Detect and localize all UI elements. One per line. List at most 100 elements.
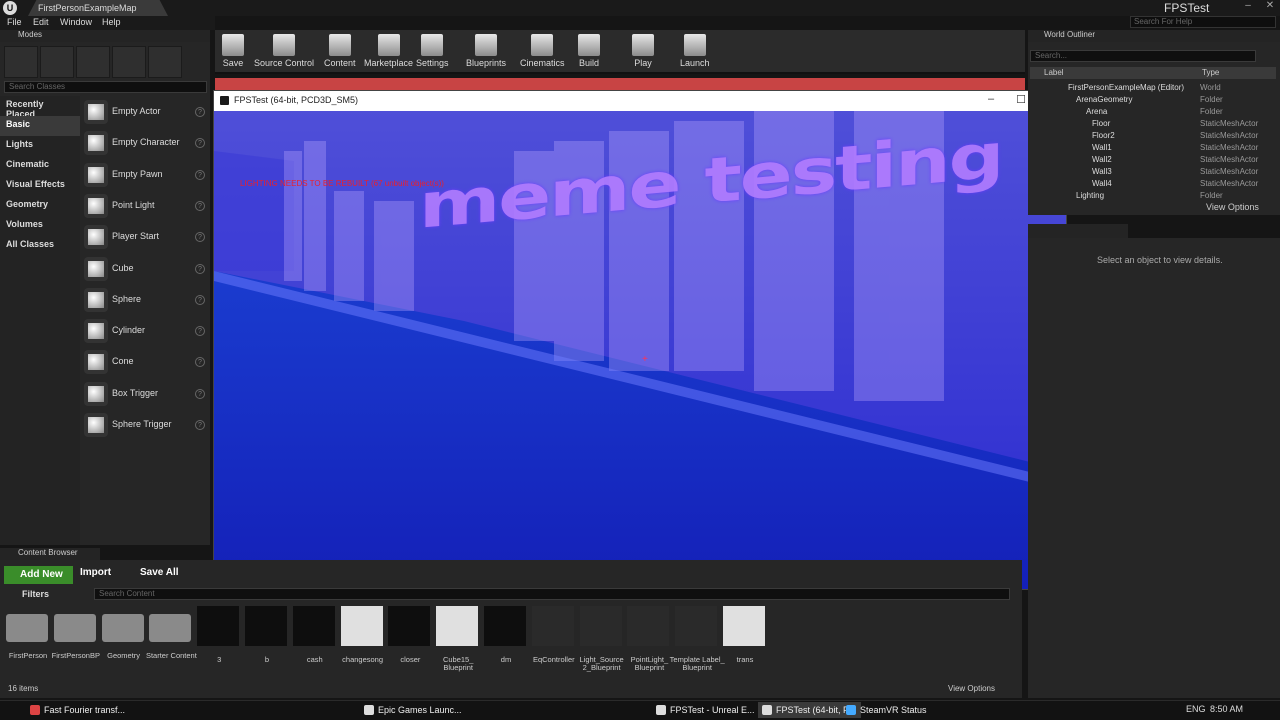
help-icon[interactable]: ?: [195, 420, 205, 430]
taskbar-app[interactable]: Fast Fourier transf...: [26, 702, 131, 718]
category-visual-effects[interactable]: Visual Effects: [0, 176, 80, 196]
toolbar-cinematics-button[interactable]: Cinematics: [520, 32, 565, 72]
search-classes-input[interactable]: Search Classes: [4, 81, 207, 93]
help-icon[interactable]: ?: [195, 294, 205, 305]
help-icon[interactable]: ?: [195, 326, 205, 337]
add-new-button[interactable]: Add New: [4, 566, 73, 584]
map-tab[interactable]: FirstPersonExampleMap: [28, 0, 168, 16]
category-lights[interactable]: Lights: [0, 136, 80, 156]
class-item[interactable]: Cube?: [82, 255, 208, 285]
help-icon[interactable]: ?: [195, 169, 205, 180]
outliner-row[interactable]: Lighting Folder: [1030, 190, 1276, 202]
asset-tile[interactable]: b: [245, 606, 289, 664]
class-item[interactable]: Point Light?: [82, 192, 208, 222]
help-icon[interactable]: ?: [195, 200, 205, 211]
class-item[interactable]: Cone?: [82, 348, 208, 378]
class-item[interactable]: Empty Pawn?: [82, 161, 208, 191]
toolbar-launch-button[interactable]: Launch: [680, 32, 710, 72]
outliner-row[interactable]: Arena Folder: [1030, 106, 1276, 118]
asset-tile[interactable]: PointLight_ Blueprint: [627, 606, 671, 672]
asset-tile[interactable]: Cube15_ Blueprint: [436, 606, 480, 672]
menu-window[interactable]: Window: [60, 17, 92, 27]
outliner-row[interactable]: FirstPersonExampleMap (Editor) World: [1030, 82, 1276, 94]
asset-tile[interactable]: EqController: [531, 606, 576, 664]
paint-mode-icon[interactable]: [40, 46, 74, 78]
outliner-row[interactable]: Floor StaticMeshActor: [1030, 118, 1276, 130]
asset-tile[interactable]: FirstPerson: [6, 606, 50, 660]
outliner-search-input[interactable]: Search...: [1030, 50, 1256, 62]
toolbar-play-button[interactable]: Play: [632, 32, 654, 72]
asset-tile[interactable]: Geometry: [101, 606, 146, 660]
help-icon[interactable]: ?: [195, 138, 205, 149]
class-item[interactable]: Empty Character?: [82, 129, 208, 159]
outliner-row[interactable]: Floor2 StaticMeshActor: [1030, 130, 1276, 142]
category-geometry[interactable]: Geometry: [0, 196, 80, 216]
asset-tile[interactable]: cash: [292, 606, 337, 664]
category-all-classes[interactable]: All Classes: [0, 236, 80, 256]
asset-tile[interactable]: changesong: [340, 606, 385, 664]
class-item[interactable]: Box Trigger?: [82, 380, 208, 410]
category-volumes[interactable]: Volumes: [0, 216, 80, 236]
toolbar-settings-button[interactable]: Settings: [416, 32, 449, 72]
toolbar-source-control-button[interactable]: Source Control: [254, 32, 314, 72]
content-browser-tab[interactable]: Content Browser: [0, 548, 100, 560]
help-icon[interactable]: ?: [195, 107, 205, 117]
outliner-row[interactable]: Wall3 StaticMeshActor: [1030, 166, 1276, 178]
toolbar-blueprints-button[interactable]: Blueprints: [466, 32, 506, 72]
taskbar-app[interactable]: Epic Games Launc...: [360, 702, 468, 718]
outliner-row[interactable]: Wall2 StaticMeshActor: [1030, 154, 1276, 166]
category-cinematic[interactable]: Cinematic: [0, 156, 80, 176]
menu-help[interactable]: Help: [102, 17, 121, 27]
close-icon[interactable]: ✕: [1262, 0, 1278, 14]
taskbar-app[interactable]: FPSTest - Unreal E...: [652, 702, 761, 718]
toolbar-content-button[interactable]: Content: [324, 32, 356, 72]
help-icon[interactable]: ?: [195, 357, 205, 368]
place-mode-icon[interactable]: [4, 46, 38, 78]
details-tab[interactable]: [1028, 224, 1128, 238]
asset-tile[interactable]: Template Label_ Blueprint: [670, 606, 725, 672]
menu-file[interactable]: File: [7, 17, 22, 27]
game-window[interactable]: FPSTest (64-bit, PCD3D_SM5) – ☐ ✕: [213, 90, 1067, 590]
content-search-input[interactable]: Search Content: [94, 588, 1010, 600]
outliner-row[interactable]: Wall1 StaticMeshActor: [1030, 142, 1276, 154]
game-scene[interactable]: 62 LIGHTING NEEDS TO BE REBUILT (67 unbu…: [214, 111, 1066, 589]
world-outliner-tab[interactable]: World Outliner: [1028, 30, 1280, 42]
help-icon[interactable]: ?: [195, 388, 205, 399]
geometry-mode-icon[interactable]: [148, 46, 182, 78]
modes-tab[interactable]: Modes: [0, 30, 210, 42]
column-type[interactable]: Type: [1202, 68, 1219, 77]
asset-tile[interactable]: Starter Content: [146, 606, 197, 660]
class-item[interactable]: Sphere Trigger?: [82, 411, 208, 441]
asset-tile[interactable]: dm: [484, 606, 528, 664]
class-item[interactable]: Cylinder?: [82, 317, 208, 347]
content-view-options[interactable]: View Options: [948, 684, 995, 693]
filters-button[interactable]: Filters: [22, 589, 49, 599]
menu-edit[interactable]: Edit: [33, 17, 49, 27]
outliner-row[interactable]: ArenaGeometry Folder: [1030, 94, 1276, 106]
outliner-row[interactable]: Wall4 StaticMeshActor: [1030, 178, 1276, 190]
outliner-view-options[interactable]: View Options: [1206, 202, 1259, 212]
toolbar-save-button[interactable]: Save: [222, 32, 244, 72]
class-item[interactable]: Sphere?: [82, 286, 208, 316]
class-item[interactable]: Player Start?: [82, 223, 208, 253]
class-item[interactable]: Empty Actor?: [82, 98, 208, 128]
asset-tile[interactable]: FirstPersonBP: [52, 606, 100, 660]
asset-tile[interactable]: Light_Source 2_Blueprint: [579, 606, 624, 672]
minimize-icon[interactable]: –: [1240, 0, 1256, 14]
save-all-button[interactable]: Save All: [140, 567, 179, 578]
help-icon[interactable]: ?: [195, 263, 205, 274]
help-icon[interactable]: ?: [195, 232, 205, 243]
taskbar-app[interactable]: SteamVR Status: [842, 702, 933, 718]
toolbar-build-button[interactable]: Build: [578, 32, 600, 72]
asset-tile[interactable]: 3: [197, 606, 241, 664]
minimize-icon[interactable]: –: [978, 93, 1004, 109]
landscape-mode-icon[interactable]: [76, 46, 110, 78]
search-help-input[interactable]: Search For Help: [1130, 16, 1276, 28]
foliage-mode-icon[interactable]: [112, 46, 146, 78]
toolbar-marketplace-button[interactable]: Marketplace: [364, 32, 413, 72]
clock[interactable]: 8:50 AM: [1210, 704, 1243, 714]
category-basic[interactable]: Basic: [0, 116, 80, 136]
import-button[interactable]: Import: [80, 567, 111, 578]
category-recently-placed[interactable]: Recently Placed: [0, 96, 80, 119]
asset-tile[interactable]: closer: [388, 606, 432, 664]
